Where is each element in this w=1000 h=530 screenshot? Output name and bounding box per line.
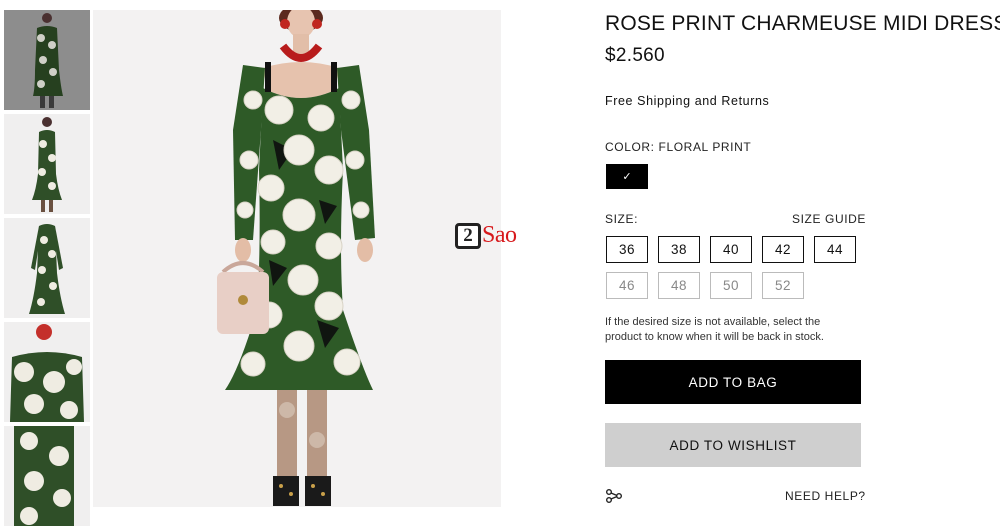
checkmark-icon: ✓ <box>622 171 632 183</box>
share-icon[interactable] <box>606 488 622 504</box>
model-figure-image <box>33 13 63 108</box>
product-price: $2.560 <box>605 45 665 66</box>
color-value: FLORAL PRINT <box>658 140 752 154</box>
thumbnail-1[interactable] <box>4 10 90 110</box>
thumbnail-gallery <box>4 10 90 530</box>
size-option[interactable]: 36 <box>606 236 648 263</box>
product-title: ROSE PRINT CHARMEUSE MIDI DRESS <box>605 12 1000 35</box>
size-label: SIZE: <box>605 212 639 226</box>
fabric-closeup-image <box>14 426 74 526</box>
size-option[interactable]: 40 <box>710 236 752 263</box>
model-wearing-dress-image <box>217 10 375 506</box>
thumbnail-5[interactable] <box>4 426 90 526</box>
size-option-unavailable[interactable]: 50 <box>710 272 752 299</box>
shipping-info: Free Shipping and Returns <box>605 94 770 108</box>
detail-closeup-image <box>10 324 84 422</box>
size-option-unavailable[interactable]: 48 <box>658 272 700 299</box>
main-product-image[interactable] <box>93 10 501 507</box>
color-swatch-floral-print[interactable]: ✓ <box>606 164 648 189</box>
watermark-number: 2 <box>455 222 481 249</box>
availability-note: If the desired size is not available, se… <box>605 316 824 343</box>
watermark-logo: 2 Sao <box>455 222 517 249</box>
add-to-bag-button[interactable]: ADD TO BAG <box>605 360 861 404</box>
size-option[interactable]: 42 <box>762 236 804 263</box>
size-option[interactable]: 44 <box>814 236 856 263</box>
size-guide-link[interactable]: SIZE GUIDE <box>792 212 866 226</box>
thumbnail-4[interactable] <box>4 322 90 422</box>
color-row: COLOR: FLORAL PRINT <box>605 140 751 154</box>
thumbnail-2[interactable] <box>4 114 90 214</box>
add-to-wishlist-button[interactable]: ADD TO WISHLIST <box>605 423 861 467</box>
size-option-unavailable[interactable]: 46 <box>606 272 648 299</box>
size-option[interactable]: 38 <box>658 236 700 263</box>
model-back-image <box>32 117 62 212</box>
size-option-unavailable[interactable]: 52 <box>762 272 804 299</box>
size-options: 36 38 40 42 44 46 48 50 52 <box>606 236 868 299</box>
watermark-text: Sao <box>482 222 517 248</box>
dress-flat-image <box>29 224 65 314</box>
thumbnail-3[interactable] <box>4 218 90 318</box>
need-help-link[interactable]: NEED HELP? <box>785 489 866 503</box>
color-label: COLOR: <box>605 140 655 154</box>
